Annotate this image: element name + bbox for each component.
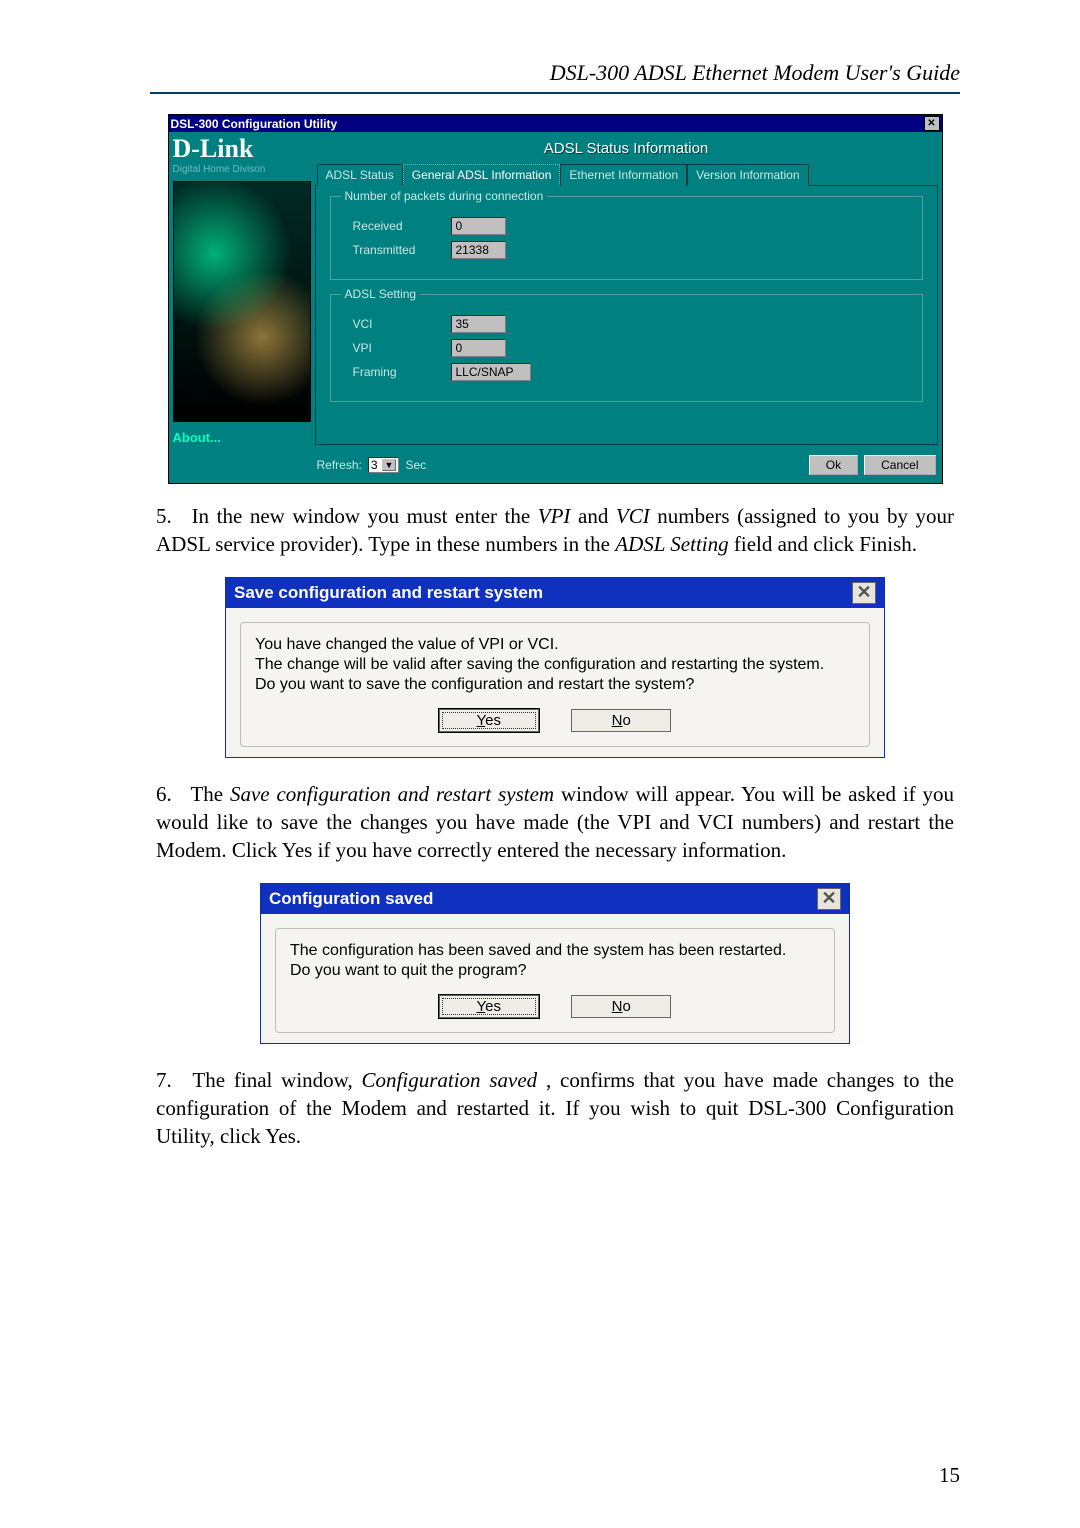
saved-dialog-title: Configuration saved [269, 889, 817, 909]
group-adsl-title: ADSL Setting [341, 287, 421, 301]
about-link[interactable]: About... [173, 430, 311, 445]
yes-button[interactable]: Yes [439, 995, 539, 1018]
saved-dialog-text: The configuration has been saved and the… [290, 941, 820, 981]
tab-content: Number of packets during connection Rece… [315, 185, 938, 445]
brand-subtitle: Digital Home Divison [173, 164, 311, 175]
save-dialog-title: Save configuration and restart system [234, 583, 852, 603]
yes-underline: Y [477, 998, 486, 1015]
framing-value: LLC/SNAP [451, 363, 531, 381]
vci-label: VCI [353, 317, 433, 331]
no-rest: o [622, 998, 630, 1015]
received-value: 0 [451, 217, 506, 235]
save-dialog-line2: The change will be valid after saving th… [255, 656, 824, 673]
step-5-vci: VCI [616, 504, 650, 528]
yes-rest: es [485, 712, 501, 729]
tab-version-info[interactable]: Version Information [687, 164, 808, 186]
refresh-value: 3 [371, 458, 378, 472]
step-5-vpi: VPI [538, 504, 571, 528]
save-dialog-titlebar: Save configuration and restart system ✕ [226, 578, 884, 608]
group-packets: Number of packets during connection Rece… [330, 196, 923, 280]
no-rest: o [622, 712, 630, 729]
transmitted-label: Transmitted [353, 243, 433, 257]
yes-underline: Y [477, 712, 486, 729]
step-7: 7. The final window, Configuration saved… [156, 1066, 954, 1151]
save-dialog-line3: Do you want to save the configuration an… [255, 676, 694, 693]
close-icon[interactable]: ✕ [924, 116, 940, 131]
step-5-adsl-setting: ADSL Setting [615, 532, 728, 556]
step-5-text-b: and [578, 504, 616, 528]
cancel-button[interactable]: Cancel [864, 455, 935, 475]
tab-general-adsl-info[interactable]: General ADSL Information [403, 164, 561, 186]
window-title: DSL-300 Configuration Utility [171, 117, 924, 131]
step-6-ital: Save configuration and restart system [230, 782, 554, 806]
vpi-value: 0 [451, 339, 506, 357]
yes-button[interactable]: Yes [439, 709, 539, 732]
bottom-bar: Refresh: 3 ▼ Sec Ok Cancel [169, 449, 942, 483]
saved-dialog-titlebar: Configuration saved ✕ [261, 884, 849, 914]
screenshot-save-dialog: Save configuration and restart system ✕ … [225, 577, 885, 758]
saved-dialog-line1: The configuration has been saved and the… [290, 942, 786, 959]
step-6-text-a: The [190, 782, 230, 806]
brand-logo: D-Link [173, 136, 311, 162]
step-6: 6. The Save configuration and restart sy… [156, 780, 954, 865]
group-packets-title: Number of packets during connection [341, 189, 548, 203]
close-icon[interactable]: ✕ [817, 888, 841, 910]
step-7-number: 7. [156, 1066, 184, 1094]
tab-adsl-status[interactable]: ADSL Status [317, 164, 403, 186]
group-adsl-setting: ADSL Setting VCI 35 VPI 0 Framing [330, 294, 923, 402]
sidebar-artwork [173, 181, 311, 422]
refresh-unit: Sec [405, 458, 426, 472]
saved-dialog-line2: Do you want to quit the program? [290, 962, 527, 979]
step-6-number: 6. [156, 780, 184, 808]
header-rule [150, 92, 960, 94]
window-titlebar: DSL-300 Configuration Utility ✕ [169, 115, 942, 132]
no-underline: N [612, 712, 623, 729]
vpi-label: VPI [353, 341, 433, 355]
vci-value: 35 [451, 315, 506, 333]
tab-strip: ADSL Status General ADSL Information Eth… [315, 163, 938, 185]
close-icon[interactable]: ✕ [852, 582, 876, 604]
transmitted-value: 21338 [451, 241, 506, 259]
step-7-text-a: The final window, [192, 1068, 361, 1092]
step-5-text-a: In the new window you must enter the [192, 504, 538, 528]
yes-rest: es [485, 998, 501, 1015]
save-dialog-line1: You have changed the value of VPI or VCI… [255, 636, 559, 653]
page-number: 15 [939, 1463, 960, 1488]
received-label: Received [353, 219, 433, 233]
step-5-text-d: field and click Finish. [734, 532, 917, 556]
step-5: 5. In the new window you must enter the … [156, 502, 954, 559]
chevron-down-icon[interactable]: ▼ [382, 459, 397, 471]
no-button[interactable]: No [571, 995, 671, 1018]
save-dialog-text: You have changed the value of VPI or VCI… [255, 635, 855, 695]
ok-button[interactable]: Ok [809, 455, 858, 475]
refresh-label: Refresh: [317, 458, 362, 472]
running-head: DSL-300 ADSL Ethernet Modem User's Guide [150, 60, 960, 86]
no-underline: N [612, 998, 623, 1015]
sidebar: D-Link Digital Home Divison About... [173, 136, 311, 445]
step-5-number: 5. [156, 502, 184, 530]
screenshot-config-utility: DSL-300 Configuration Utility ✕ D-Link D… [168, 114, 943, 484]
tab-ethernet-info[interactable]: Ethernet Information [560, 164, 687, 186]
panel-banner: ADSL Status Information [315, 136, 938, 163]
refresh-select[interactable]: 3 ▼ [368, 457, 400, 473]
screenshot-saved-dialog: Configuration saved ✕ The configuration … [260, 883, 850, 1044]
no-button[interactable]: No [571, 709, 671, 732]
step-7-ital: Configuration saved [362, 1068, 538, 1092]
framing-label: Framing [353, 365, 433, 379]
